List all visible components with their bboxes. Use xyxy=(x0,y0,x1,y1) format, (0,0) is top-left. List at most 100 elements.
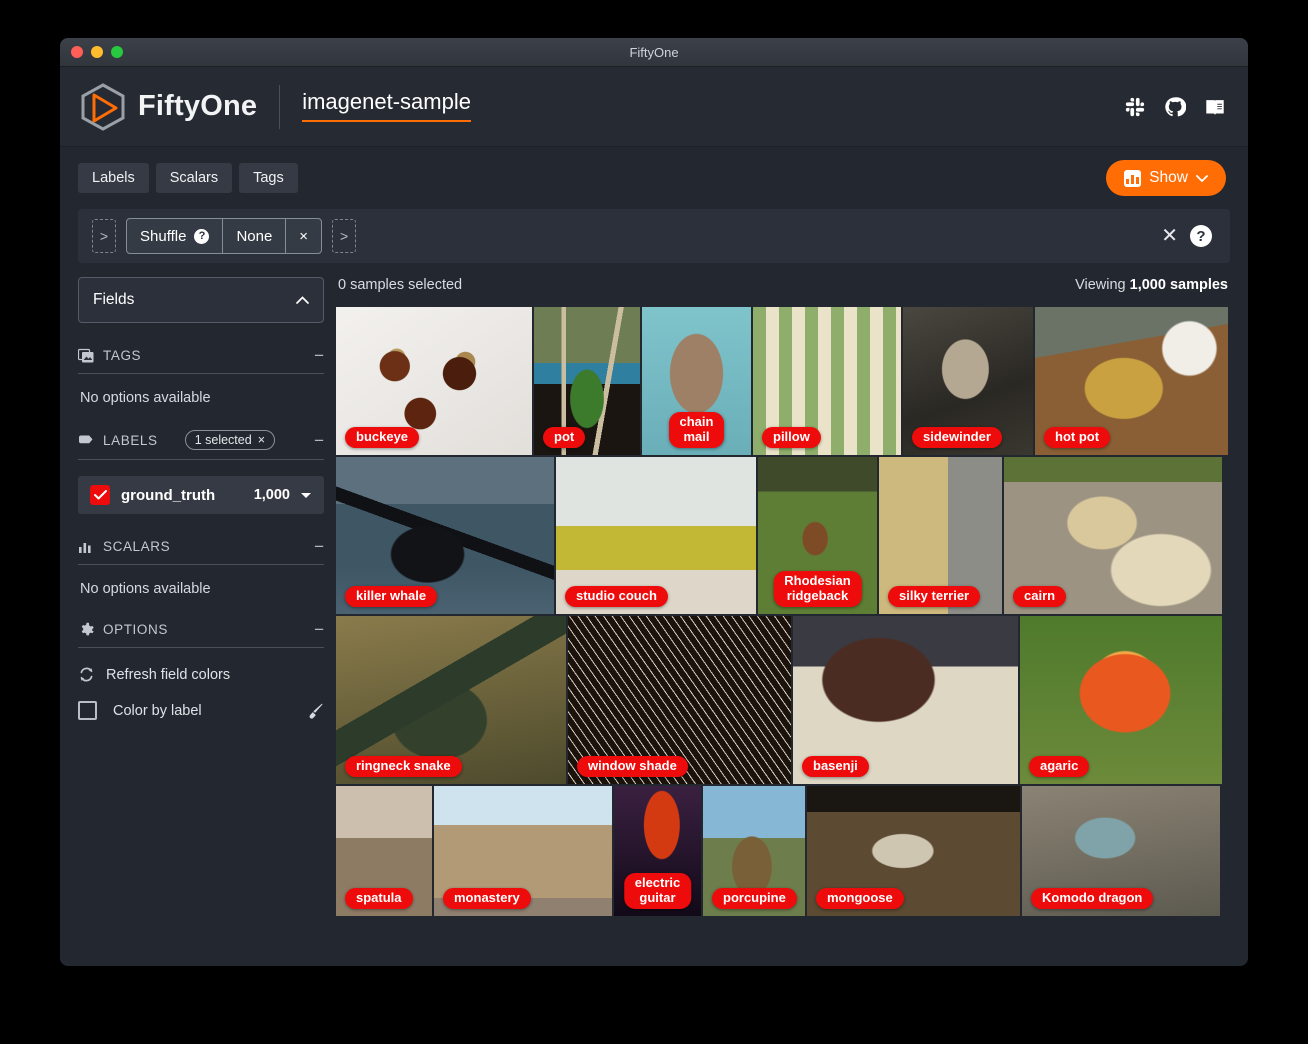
main-body: Fields TAGS − No options available xyxy=(60,263,1248,963)
viewing-suffix: samples xyxy=(1170,277,1228,293)
option-color-by-label[interactable]: Color by label xyxy=(78,701,324,720)
labels-selected-clear-icon[interactable]: × xyxy=(258,433,265,447)
sample-tile[interactable]: mongoose xyxy=(807,786,1020,916)
sample-tile[interactable]: buckeye xyxy=(336,307,532,455)
show-button[interactable]: Show xyxy=(1106,160,1226,196)
sample-tile[interactable]: chain mail xyxy=(642,307,751,455)
ground-truth-count: 1,000 xyxy=(254,487,290,503)
view-stage-shuffle[interactable]: Shuffle ? None × xyxy=(126,218,322,254)
sample-label-badge: porcupine xyxy=(712,888,797,909)
sample-label-badge: chain mail xyxy=(669,412,725,448)
sample-label-badge: spatula xyxy=(345,888,413,909)
refresh-field-colors-label: Refresh field colors xyxy=(106,667,230,683)
sample-grid-area: 0 samples selected Viewing 1,000 samples… xyxy=(336,277,1230,963)
section-header-options: OPTIONS − xyxy=(78,621,324,648)
sample-tile[interactable]: agaric xyxy=(1020,616,1222,784)
sample-label-badge: window shade xyxy=(577,756,688,777)
sample-grid[interactable]: buckeye pot chain mail pillow sidewinder hot … xyxy=(336,307,1230,916)
viewbar-help-icon[interactable]: ? xyxy=(1190,225,1212,247)
gear-icon xyxy=(78,622,94,638)
sample-label-badge: pot xyxy=(543,427,585,448)
stage-name-segment[interactable]: Shuffle ? xyxy=(127,219,222,253)
tab-scalars[interactable]: Scalars xyxy=(156,163,232,193)
chevron-down-icon[interactable] xyxy=(300,491,312,499)
section-title-tags: TAGS xyxy=(103,348,141,363)
section-title-scalars: SCALARS xyxy=(103,539,170,554)
viewing-prefix: Viewing xyxy=(1075,277,1126,293)
sample-label-badge: sidewinder xyxy=(912,427,1002,448)
grid-row: killer whale studio couch Rhodesian ridgeb… xyxy=(336,457,1230,614)
chevron-up-icon xyxy=(296,296,309,304)
sample-tile[interactable]: Komodo dragon xyxy=(1022,786,1220,916)
sample-tile[interactable]: monastery xyxy=(434,786,612,916)
clear-view-button[interactable]: ✕ xyxy=(1161,226,1178,246)
sample-tile[interactable]: killer whale xyxy=(336,457,554,614)
app-header: FiftyOne imagenet-sample xyxy=(60,67,1248,147)
window-title: FiftyOne xyxy=(60,45,1248,60)
sample-tile[interactable]: pillow xyxy=(753,307,901,455)
chevron-down-icon xyxy=(1196,175,1208,182)
section-title-labels: LABELS xyxy=(103,433,158,448)
sample-label-badge: studio couch xyxy=(565,586,668,607)
sample-label-badge: Komodo dragon xyxy=(1031,888,1153,909)
docs-book-icon[interactable] xyxy=(1204,96,1226,118)
sample-label-badge: silky terrier xyxy=(888,586,980,607)
fields-dropdown-button[interactable]: Fields xyxy=(78,277,324,323)
sample-tile[interactable]: sidewinder xyxy=(903,307,1033,455)
stage-clear-button[interactable]: × xyxy=(285,219,321,253)
sample-tile[interactable]: ringneck snake xyxy=(336,616,566,784)
stage-help-icon[interactable]: ? xyxy=(194,229,209,244)
sample-tile[interactable]: electric guitar xyxy=(614,786,701,916)
app-window: FiftyOne FiftyOne imagenet-sample Labels… xyxy=(60,38,1248,966)
section-header-tags: TAGS − xyxy=(78,347,324,374)
view-stage-bar: > Shuffle ? None × > ✕ ? xyxy=(78,209,1230,263)
color-by-label-checkbox[interactable] xyxy=(78,701,97,720)
sample-tile[interactable]: basenji xyxy=(793,616,1018,784)
sample-label-badge: Rhodesian ridgeback xyxy=(773,571,861,607)
sample-tile[interactable]: spatula xyxy=(336,786,432,916)
fields-dropdown-label: Fields xyxy=(93,291,134,309)
labels-selected-pill[interactable]: 1 selected × xyxy=(185,430,275,450)
labels-selected-count: 1 selected xyxy=(195,433,252,447)
sample-tile[interactable]: cairn xyxy=(1004,457,1222,614)
grid-row: spatula monasteryelectric guitar porcupine… xyxy=(336,786,1230,916)
collapse-options-button[interactable]: − xyxy=(314,621,324,638)
sample-tile[interactable]: porcupine xyxy=(703,786,805,916)
sample-label-badge: agaric xyxy=(1029,756,1089,777)
collapse-tags-button[interactable]: − xyxy=(314,347,324,364)
stage-value-segment[interactable]: None xyxy=(222,219,285,253)
samples-selected-text: 0 samples selected xyxy=(338,277,462,293)
label-tag-icon xyxy=(78,432,94,448)
add-stage-left-placeholder[interactable]: > xyxy=(92,219,116,253)
add-stage-right-placeholder[interactable]: > xyxy=(332,219,356,253)
tab-labels[interactable]: Labels xyxy=(78,163,149,193)
sidebar: Fields TAGS − No options available xyxy=(78,277,336,963)
sample-tile[interactable]: silky terrier xyxy=(879,457,1002,614)
paintbrush-icon[interactable] xyxy=(306,702,324,720)
collapse-labels-button[interactable]: − xyxy=(314,432,324,449)
tab-tags[interactable]: Tags xyxy=(239,163,298,193)
fiftyone-logo-icon xyxy=(80,83,126,131)
sidebar-field-ground-truth[interactable]: ground_truth 1,000 xyxy=(78,476,324,514)
grid-row: buckeye pot chain mail pillow sidewinder hot … xyxy=(336,307,1230,455)
sample-tile[interactable]: studio couch xyxy=(556,457,756,614)
sample-tile[interactable]: Rhodesian ridgeback xyxy=(758,457,877,614)
window-titlebar: FiftyOne xyxy=(60,38,1248,67)
viewing-samples-text: Viewing 1,000 samples xyxy=(1075,277,1228,293)
sample-tile[interactable]: window shade xyxy=(568,616,791,784)
ground-truth-checkbox[interactable] xyxy=(90,485,110,505)
section-header-labels: LABELS 1 selected × − xyxy=(78,430,324,460)
grid-status-bar: 0 samples selected Viewing 1,000 samples xyxy=(336,277,1230,307)
tags-empty-text: No options available xyxy=(78,374,324,406)
color-by-label-label: Color by label xyxy=(113,703,202,719)
sample-label-badge: buckeye xyxy=(345,427,419,448)
github-icon[interactable] xyxy=(1164,96,1186,118)
option-refresh-field-colors[interactable]: Refresh field colors xyxy=(78,666,324,683)
sample-tile[interactable]: hot pot xyxy=(1035,307,1228,455)
dataset-name[interactable]: imagenet-sample xyxy=(302,91,471,122)
sample-tile[interactable]: pot xyxy=(534,307,640,455)
viewbar-wrapper: > Shuffle ? None × > ✕ ? xyxy=(60,209,1248,263)
header-icon-group xyxy=(1124,96,1226,118)
collapse-scalars-button[interactable]: − xyxy=(314,538,324,555)
slack-icon[interactable] xyxy=(1124,96,1146,118)
